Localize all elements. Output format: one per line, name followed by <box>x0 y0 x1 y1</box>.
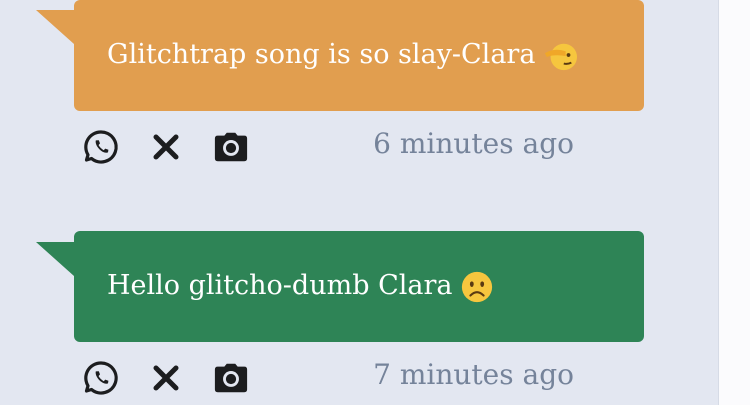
message-timestamp: 7 minutes ago <box>373 358 574 391</box>
whatsapp-icon <box>84 130 118 164</box>
whatsapp-share-button[interactable] <box>83 360 119 396</box>
whatsapp-share-button[interactable] <box>83 129 119 165</box>
bubble-tail <box>36 10 74 44</box>
x-share-button[interactable] <box>148 129 184 165</box>
saluting-face-emoji <box>545 43 578 70</box>
message-timestamp: 6 minutes ago <box>373 127 574 160</box>
camera-button[interactable] <box>213 129 249 165</box>
right-scroll-rail <box>718 0 750 405</box>
camera-icon <box>214 132 248 162</box>
x-icon <box>153 365 179 391</box>
x-icon <box>153 134 179 160</box>
message-bubble: Hello glitcho-dumb Clara <box>74 231 644 342</box>
message-toolbar <box>83 358 278 398</box>
message-toolbar <box>83 127 278 167</box>
bubble-tail <box>36 242 74 276</box>
camera-button[interactable] <box>213 360 249 396</box>
whatsapp-icon <box>84 361 118 395</box>
message-text: Glitchtrap song is so slay-Clara <box>107 39 536 71</box>
message-bubble: Glitchtrap song is so slay-Clara <box>74 0 644 111</box>
x-share-button[interactable] <box>148 360 184 396</box>
message-text: Hello glitcho-dumb Clara <box>107 270 453 302</box>
camera-icon <box>214 363 248 393</box>
frowning-face-emoji <box>462 271 493 302</box>
